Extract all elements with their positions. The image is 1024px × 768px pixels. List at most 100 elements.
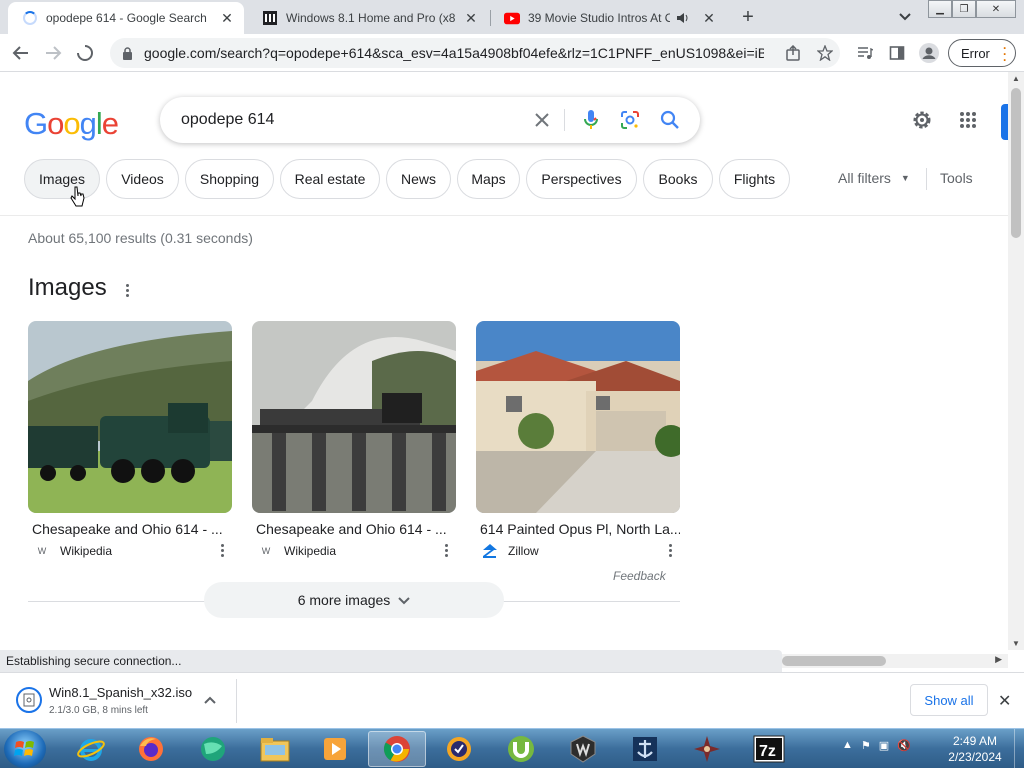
image-source[interactable]: W Wikipedia: [252, 543, 456, 559]
chip-flights[interactable]: Flights: [719, 159, 790, 199]
chip-news[interactable]: News: [386, 159, 451, 199]
world-of-tanks-icon[interactable]: [554, 731, 612, 767]
world-of-warships-icon[interactable]: [616, 731, 674, 767]
chip-books[interactable]: Books: [643, 159, 713, 199]
game-launcher-icon[interactable]: [678, 731, 736, 767]
share-icon[interactable]: [780, 40, 806, 66]
action-center-flag-icon[interactable]: ⚑: [861, 739, 871, 752]
tab-youtube[interactable]: 39 Movie Studio Intros At On ✕: [490, 2, 726, 34]
search-input[interactable]: opodepe 614: [181, 111, 274, 129]
more-images-button[interactable]: 6 more images: [204, 582, 504, 618]
feedback-link[interactable]: Feedback: [613, 569, 666, 583]
vertical-scrollbar[interactable]: ▲ ▼: [1008, 72, 1024, 650]
image-caption[interactable]: Chesapeake and Ohio 614 - ...: [28, 521, 232, 537]
more-options-icon[interactable]: [669, 544, 672, 557]
tools-button[interactable]: Tools: [940, 170, 973, 186]
close-tab-icon[interactable]: ✕: [462, 9, 480, 27]
horizontal-scroll-thumb[interactable]: [782, 656, 886, 666]
system-clock[interactable]: 2:49 AM 2/23/2024: [940, 733, 1010, 765]
download-filename[interactable]: Win8.1_Spanish_x32.iso: [49, 685, 192, 700]
audio-playing-icon[interactable]: [674, 9, 692, 27]
back-button[interactable]: [8, 40, 34, 66]
image-result-card[interactable]: Chesapeake and Ohio 614 - ... W Wikipedi…: [28, 321, 232, 559]
chrome-icon[interactable]: [368, 731, 426, 767]
chip-real-estate[interactable]: Real estate: [280, 159, 380, 199]
maximize-button[interactable]: ❐: [952, 0, 976, 18]
forward-button[interactable]: [40, 40, 66, 66]
tab-search-chevron-icon[interactable]: [896, 8, 914, 26]
lock-icon[interactable]: [120, 46, 134, 60]
chip-images[interactable]: Images: [24, 159, 100, 199]
microphone-icon[interactable]: [579, 108, 603, 132]
horizontal-scrollbar[interactable]: ▶: [782, 654, 1008, 668]
media-player-icon[interactable]: [306, 731, 364, 767]
7zip-icon[interactable]: 7z: [740, 731, 798, 767]
media-controls-icon[interactable]: [852, 40, 878, 66]
image-result-card[interactable]: Chesapeake and Ohio 614 - ... W Wikipedi…: [252, 321, 456, 559]
image-result-card[interactable]: 614 Painted Opus Pl, North La... Zillow: [476, 321, 680, 559]
sign-in-button-edge[interactable]: [1001, 104, 1008, 140]
download-file-icon[interactable]: [16, 687, 42, 713]
source-name: Wikipedia: [284, 544, 337, 558]
close-tab-icon[interactable]: ✕: [700, 9, 718, 27]
more-options-icon[interactable]: [445, 544, 448, 557]
utorrent-icon[interactable]: [492, 731, 550, 767]
train-bridge-thumbnail-image[interactable]: [252, 321, 456, 513]
image-caption[interactable]: 614 Painted Opus Pl, North La...: [476, 521, 680, 537]
google-apps-grid-icon[interactable]: [956, 108, 980, 132]
search-icon[interactable]: [658, 108, 682, 132]
image-caption[interactable]: Chesapeake and Ohio 614 - ...: [252, 521, 456, 537]
stop-loading-spinner-icon[interactable]: [72, 40, 98, 66]
chip-perspectives[interactable]: Perspectives: [526, 159, 637, 199]
tab-windows[interactable]: Windows 8.1 Home and Pro (x86 ✕: [248, 2, 488, 34]
close-tab-icon[interactable]: ✕: [218, 9, 236, 27]
download-progress-text: 2.1/3.0 GB, 8 mins left: [49, 705, 148, 716]
volume-muted-icon[interactable]: 🔇: [897, 739, 911, 752]
chip-videos[interactable]: Videos: [106, 159, 179, 199]
tab-google-search[interactable]: opodepe 614 - Google Search ✕: [8, 2, 244, 34]
chip-shopping[interactable]: Shopping: [185, 159, 274, 199]
bookmark-star-icon[interactable]: [812, 40, 838, 66]
windows-taskbar: 7z ▲ ⚑ ▣ 🔇 2:49 AM 2/23/2024: [0, 728, 1024, 768]
chevron-up-icon[interactable]: [204, 693, 216, 707]
scroll-right-arrow-icon[interactable]: ▶: [995, 654, 1002, 665]
address-bar[interactable]: google.com/search?q=opodepe+614&sca_esv=…: [110, 38, 840, 68]
google-logo[interactable]: Google: [24, 106, 119, 142]
scroll-down-arrow-icon[interactable]: ▼: [1012, 639, 1020, 648]
svg-text:7z: 7z: [759, 743, 776, 760]
more-options-icon[interactable]: [221, 544, 224, 557]
image-source[interactable]: W Wikipedia: [28, 543, 232, 559]
scroll-up-arrow-icon[interactable]: ▲: [1012, 74, 1020, 83]
new-tab-button[interactable]: +: [737, 6, 759, 28]
vertical-scroll-thumb[interactable]: [1011, 88, 1021, 238]
clear-search-icon[interactable]: [530, 108, 554, 132]
images-section-menu-icon[interactable]: [120, 280, 134, 300]
image-source[interactable]: Zillow: [476, 543, 680, 559]
browser-shield-icon[interactable]: [430, 731, 488, 767]
download-divider: [236, 679, 237, 723]
house-thumbnail-image[interactable]: [476, 321, 680, 513]
search-box[interactable]: opodepe 614: [160, 97, 700, 143]
error-menu-button[interactable]: Error · · ·: [948, 39, 1016, 67]
train-thumbnail-image[interactable]: [28, 321, 232, 513]
clock-time: 2:49 AM: [952, 734, 998, 748]
file-explorer-icon[interactable]: [246, 731, 304, 767]
show-hidden-icons-chevron-icon[interactable]: ▲: [842, 739, 853, 752]
google-lens-icon[interactable]: [618, 108, 642, 132]
internet-explorer-icon[interactable]: [62, 731, 120, 767]
chip-maps[interactable]: Maps: [457, 159, 520, 199]
firefox-icon[interactable]: [122, 731, 180, 767]
network-icon[interactable]: ▣: [879, 739, 889, 752]
start-button[interactable]: [4, 730, 46, 768]
close-window-button[interactable]: ✕: [976, 0, 1016, 18]
minimize-button[interactable]: ▁: [928, 0, 952, 18]
show-desktop-button[interactable]: [1014, 729, 1024, 768]
show-all-downloads-button[interactable]: Show all: [910, 684, 988, 716]
globe-app-icon[interactable]: [184, 731, 242, 767]
side-panel-icon[interactable]: [884, 40, 910, 66]
settings-gear-icon[interactable]: [910, 108, 934, 132]
profile-avatar-icon[interactable]: [916, 40, 942, 66]
close-shelf-icon[interactable]: ✕: [998, 691, 1011, 711]
all-filters-dropdown[interactable]: All filters ▼: [838, 170, 910, 186]
tab-title: Windows 8.1 Home and Pro (x86: [286, 11, 456, 25]
